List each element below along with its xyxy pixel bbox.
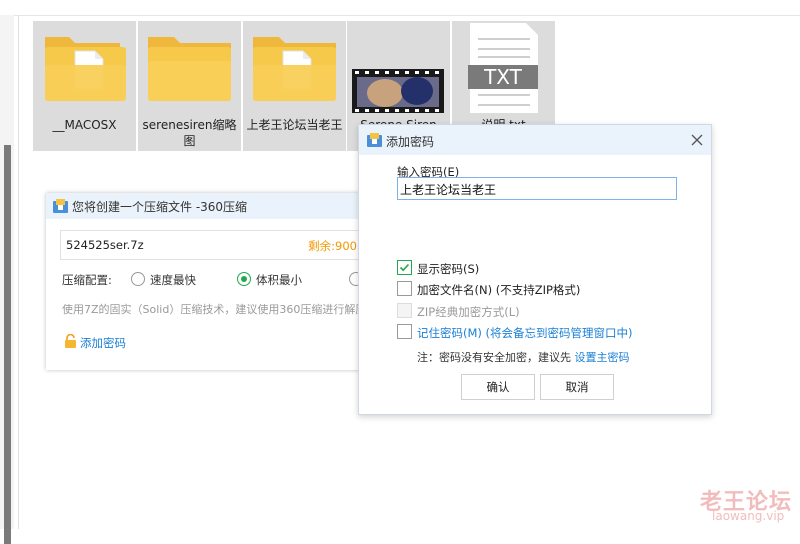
show-password-label[interactable]: 显示密码(S) [417,261,479,277]
close-icon[interactable] [690,133,704,147]
remaining-space: 剩余:900 [308,239,357,253]
add-password-link[interactable]: 添加密码 [80,335,126,351]
compress-config-label: 压缩配置: [62,273,112,287]
encrypt-filenames-label[interactable]: 加密文件名(N) (不支持ZIP格式) [417,282,580,298]
compress-panel: 您将创建一个压缩文件 -360压缩 524525ser.7z 剩余:900 压缩… [46,193,372,370]
cancel-button[interactable]: 取消 [540,374,614,400]
set-master-password-link[interactable]: 设置主密码 [575,351,630,364]
add-password-dialog: 添加密码 输入密码(E) 上老王论坛当老王 显示密码(S) 加密文件名(N) (… [358,124,712,415]
dialog-titlebar: 添加密码 [359,125,711,155]
app-360-icon [367,133,382,150]
file-tile-thumbnails-folder[interactable]: serenesiren缩略图 [138,21,241,151]
security-note: 注：密码没有安全加密，建议先 设置主密码 [417,349,630,365]
radio-smallest[interactable] [237,272,251,286]
video-thumbnail-icon [347,21,450,113]
file-name: __MACOSX [52,118,117,132]
folder-icon [243,21,346,113]
scrollbar-thumb[interactable] [4,145,11,544]
divider [18,15,19,529]
archive-name-field[interactable]: 524525ser.7z 剩余:900 [60,230,362,260]
solid-compression-hint: 使用7Z的固实（Solid）压缩技术，建议使用360压缩进行解压 [62,303,367,316]
check-icon [399,263,410,272]
folder-icon [138,21,241,113]
explorer-top-bar [0,0,800,16]
zip-classic-checkbox [397,303,412,318]
compress-panel-title: 您将创建一个压缩文件 -360压缩 [72,200,248,214]
lock-icon [64,333,77,351]
remember-password-checkbox[interactable] [397,324,412,339]
compress-panel-titlebar: 您将创建一个压缩文件 -360压缩 [46,193,372,219]
folder-icon [33,21,136,113]
security-note-text: 注：密码没有安全加密，建议先 [417,351,575,364]
txt-file-icon: TXT [452,21,555,121]
radio-smallest-label[interactable]: 体积最小 [256,272,302,288]
file-tile-laowang-folder[interactable]: 上老王论坛当老王 [243,21,346,151]
radio-fastest[interactable] [131,272,145,286]
radio-fastest-label[interactable]: 速度最快 [150,272,196,288]
remember-password-label[interactable]: 记住密码(M) (将会备忘到密码管理窗口中) [417,325,633,341]
app-360-icon [53,199,68,216]
dialog-title: 添加密码 [386,135,435,149]
password-value: 上老王论坛当老王 [400,183,497,197]
zip-classic-label: ZIP经典加密方式(L) [417,305,520,319]
ok-button[interactable]: 确认 [461,374,535,400]
archive-name-value: 524525ser.7z [66,238,144,252]
file-name: serenesiren缩略图 [142,118,237,148]
encrypt-filenames-checkbox[interactable] [397,281,412,296]
file-name: 上老王论坛当老王 [246,118,343,132]
txt-thumb-label: TXT [483,65,523,89]
password-input[interactable]: 上老王论坛当老王 [397,177,677,200]
left-scrollbar[interactable] [0,15,14,544]
watermark-url: laowang.vip [712,509,785,523]
file-tile-macosx[interactable]: __MACOSX [33,21,136,151]
show-password-checkbox[interactable] [397,260,412,275]
